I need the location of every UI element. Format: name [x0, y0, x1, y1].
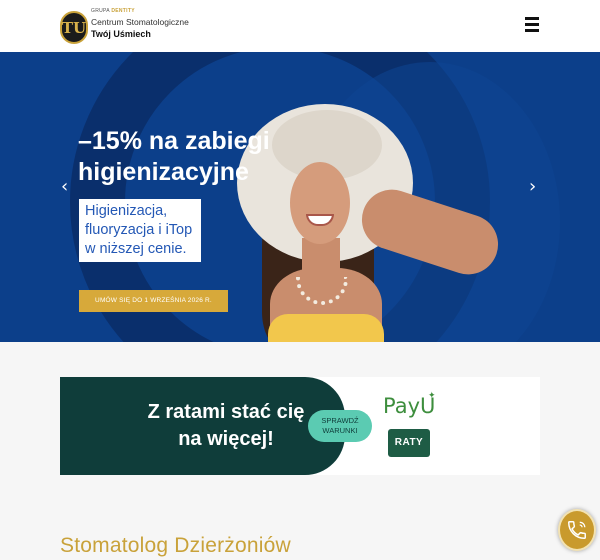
- hero-title: –15% na zabiegi higienizacyjne: [78, 127, 270, 186]
- hero-cta-button[interactable]: UMÓW SIĘ DO 1 WRZEŚNIA 2026 R.: [79, 290, 228, 312]
- hero-subtitle: Higienizacja, fluoryzacja i iTop w niższ…: [79, 199, 201, 262]
- check-terms-button[interactable]: SPRAWDŹ WARUNKI: [308, 410, 372, 442]
- payu-spark-icon: ✦: [428, 390, 436, 400]
- neck-shape: [302, 238, 340, 278]
- logo-mark[interactable]: TU: [60, 11, 88, 44]
- banner-headline: Z ratami stać cię na więcej!: [147, 401, 305, 450]
- group-prefix: GRUPA: [91, 8, 110, 14]
- phone-ringing-icon[interactable]: [558, 509, 596, 551]
- site-header: TU GRUPA DENTITY Centrum Stomatologiczne…: [0, 0, 600, 52]
- payu-installments-banner[interactable]: Z ratami stać cię na więcej! SPRAWDŹ WAR…: [60, 377, 540, 475]
- hamburger-menu-icon[interactable]: [525, 17, 539, 33]
- logo-mark-text: TU: [61, 18, 87, 37]
- group-brand: DENTITY: [111, 8, 135, 14]
- clinic-name-line1[interactable]: Centrum Stomatologiczne: [91, 17, 189, 27]
- section-title: Stomatolog Dzierżoniów: [60, 534, 291, 557]
- hamburger-bar: [525, 23, 539, 26]
- page: TU GRUPA DENTITY Centrum Stomatologiczne…: [0, 0, 600, 560]
- yellow-top-shape: [268, 314, 384, 342]
- hero-slider: –15% na zabiegi higienizacyjne Higieniza…: [0, 52, 600, 342]
- hamburger-bar: [525, 17, 539, 20]
- slider-prev-arrow-icon[interactable]: ‹: [61, 176, 68, 197]
- slider-next-arrow-icon[interactable]: ›: [529, 176, 536, 197]
- hamburger-bar: [525, 29, 539, 32]
- raty-badge: RATY: [388, 429, 430, 457]
- logo-group-label: GRUPA DENTITY: [91, 8, 135, 14]
- clinic-name-line2[interactable]: Twój Uśmiech: [91, 29, 151, 39]
- phone-glyph: [568, 521, 586, 539]
